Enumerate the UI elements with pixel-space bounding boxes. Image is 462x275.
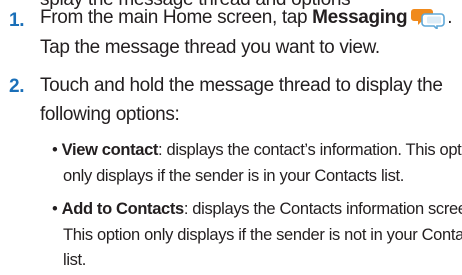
step-1-line-2: Tap the message thread you want to view. [40, 37, 380, 58]
step-text-end: . [447, 7, 453, 28]
step-2-line-1: Touch and hold the message thread to dis… [40, 75, 443, 96]
option-description: : displays the Contacts information scre… [183, 200, 462, 218]
manual-page: splay the message thread and options 1. … [0, 0, 462, 275]
option-line-1: • View contact: displays the contact’s i… [52, 137, 462, 163]
option-line-3: list. [63, 251, 87, 269]
step-1: 1. From the main Home screen, tap Messag… [0, 4, 462, 64]
option-line-2: only displays if the sender is in your C… [63, 167, 404, 185]
step-number: 1. [9, 10, 25, 31]
bullet: • [52, 141, 58, 159]
step-2-line-2: following options: [40, 104, 180, 125]
step-number: 2. [9, 76, 25, 97]
option-line-2: This option only displays if the sender … [63, 226, 462, 244]
step-1-line-1: From the main Home screen, tap Messaging… [40, 4, 452, 32]
option-title: Add to Contacts [61, 200, 185, 218]
option-title: View contact [61, 141, 159, 159]
option-description: : displays the contact’s information. Th… [158, 141, 462, 159]
bullet: • [52, 200, 58, 218]
step-text: From the main Home screen, tap [40, 7, 313, 28]
messaging-icon [411, 5, 447, 29]
step-2: 2. Touch and hold the message thread to … [0, 72, 462, 132]
option-line-1: • Add to Contacts: displays the Contacts… [52, 196, 462, 222]
messaging-label: Messaging [312, 7, 408, 28]
